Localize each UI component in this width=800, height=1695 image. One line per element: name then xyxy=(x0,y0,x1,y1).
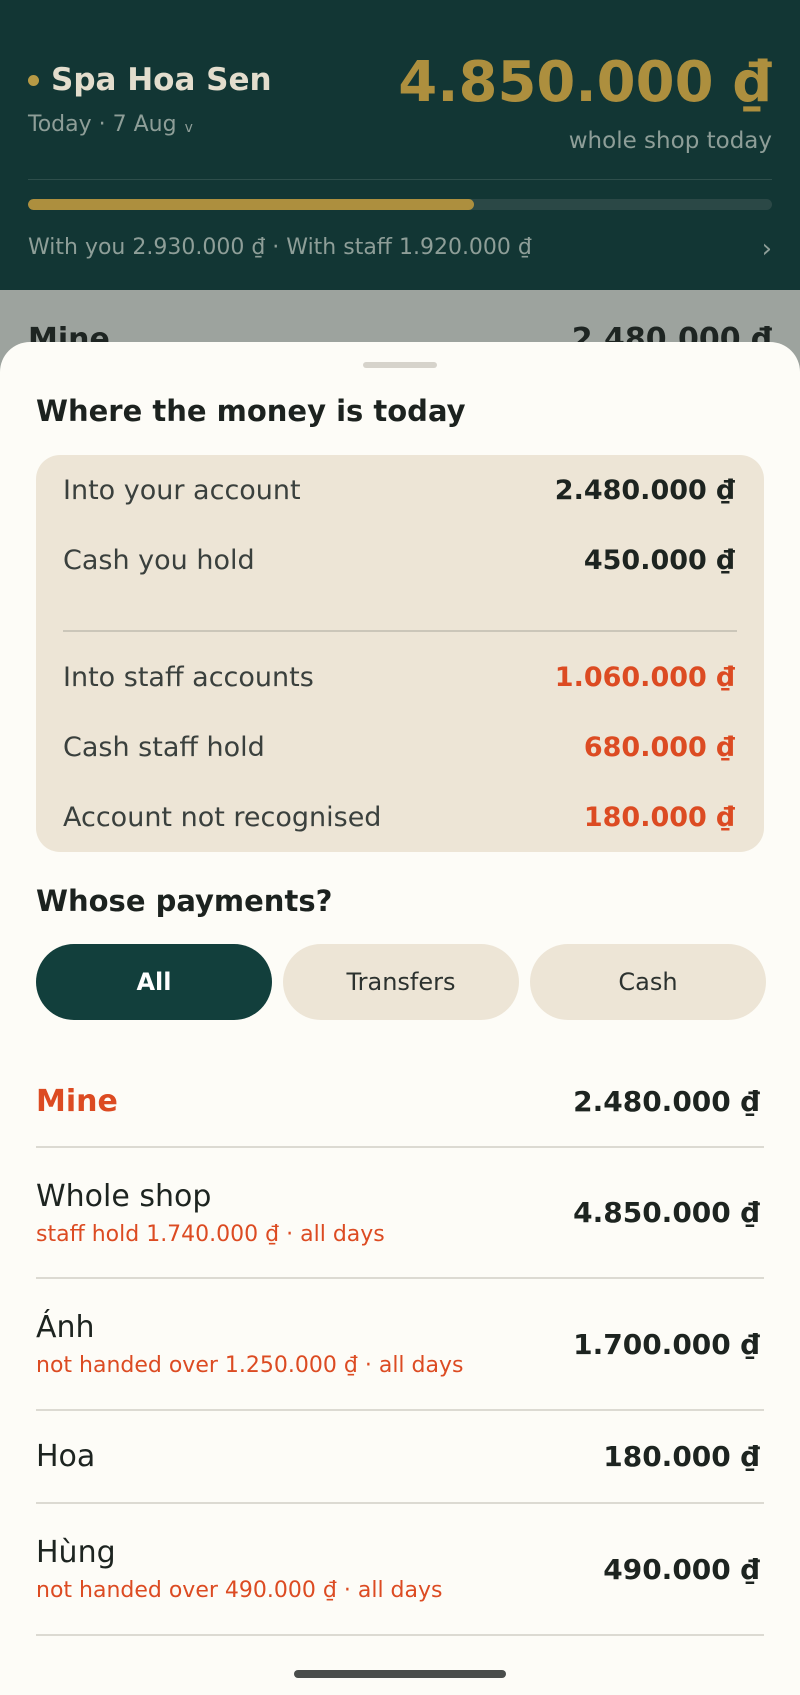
list-item-name: Hoa xyxy=(36,1439,96,1474)
list-item-value: 4.850.000 ₫ xyxy=(573,1196,760,1229)
money-row-label: Cash you hold xyxy=(63,544,255,576)
list-item-mine[interactable]: Mine 2.480.000 ₫ xyxy=(36,1056,764,1148)
money-row-label: Into your account xyxy=(63,474,301,506)
list-item-name: Whole shop xyxy=(36,1178,212,1214)
filter-section-title: Whose payments? xyxy=(36,884,333,918)
total-amount: 4.850.000 ₫ xyxy=(398,50,772,115)
sheet-title: Where the money is today xyxy=(36,394,466,428)
list-item-staff[interactable]: Ánh not handed over 1.250.000 ₫ · all da… xyxy=(36,1279,764,1411)
money-row: Cash you hold 450.000 ₫ xyxy=(63,540,735,580)
list-item-subtext: staff hold 1.740.000 ₫ · all days xyxy=(36,1221,385,1247)
home-indicator[interactable] xyxy=(294,1670,506,1678)
money-row: Account not recognised 180.000 ₫ xyxy=(63,797,735,837)
list-item-value: 1.700.000 ₫ xyxy=(573,1327,760,1361)
filter-transfers-button[interactable]: Transfers xyxy=(283,944,519,1020)
status-dot-icon xyxy=(28,74,39,86)
list-item-name: Mine xyxy=(36,1083,118,1119)
list-item-name: Hùng xyxy=(36,1535,116,1570)
list-item-subtext: not handed over 1.250.000 ₫ · all days xyxy=(36,1353,464,1378)
chevron-down-icon: v xyxy=(184,119,193,136)
list-item-value: 490.000 ₫ xyxy=(603,1552,760,1586)
money-row: Into your account 2.480.000 ₫ xyxy=(63,470,735,510)
split-progress-fill xyxy=(28,199,475,210)
list-item-value: 2.480.000 ₫ xyxy=(573,1084,760,1118)
date-selector[interactable]: Today · 7 Aug v xyxy=(28,112,193,137)
money-breakdown-sheet: Where the money is today Into your accou… xyxy=(0,342,800,1695)
list-item-staff[interactable]: Hoa 180.000 ₫ xyxy=(36,1411,764,1504)
money-row: Into staff accounts 1.060.000 ₫ xyxy=(63,657,735,697)
money-row-value: 2.480.000 ₫ xyxy=(554,474,735,506)
date-label: Today · 7 Aug xyxy=(28,112,177,137)
chevron-right-icon[interactable]: › xyxy=(762,234,772,264)
filter-all-button[interactable]: All xyxy=(36,944,272,1020)
total-caption: whole shop today xyxy=(568,128,772,154)
money-row-value: 1.060.000 ₫ xyxy=(554,661,735,693)
summary-header: Spa Hoa Sen Today · 7 Aug v 4.850.000 ₫ … xyxy=(0,0,800,290)
money-row-value: 450.000 ₫ xyxy=(583,544,735,576)
money-location-card: Into your account 2.480.000 ₫ Cash you h… xyxy=(36,455,764,852)
money-row-value: 680.000 ₫ xyxy=(583,731,735,763)
money-row-value: 180.000 ₫ xyxy=(583,801,735,833)
list-item-name: Ánh xyxy=(36,1310,95,1345)
list-item-whole-shop[interactable]: Whole shop staff hold 1.740.000 ₫ · all … xyxy=(36,1148,764,1279)
split-summary[interactable]: With you 2.930.000 ₫ · With staff 1.920.… xyxy=(28,235,532,260)
sheet-drag-handle[interactable] xyxy=(363,362,437,368)
shop-name: Spa Hoa Sen xyxy=(51,62,272,98)
filter-cash-button[interactable]: Cash xyxy=(530,944,766,1020)
money-row-label: Cash staff hold xyxy=(63,731,265,763)
list-item-subtext: not handed over 490.000 ₫ · all days xyxy=(36,1578,443,1603)
money-row-label: Into staff accounts xyxy=(63,661,314,693)
split-progress-bar xyxy=(28,199,772,210)
header-divider xyxy=(28,179,772,180)
shop-selector[interactable]: Spa Hoa Sen xyxy=(28,62,272,98)
list-item-staff[interactable]: Hùng not handed over 490.000 ₫ · all day… xyxy=(36,1504,764,1636)
card-divider xyxy=(63,630,737,632)
list-item-value: 180.000 ₫ xyxy=(603,1440,760,1473)
money-row-label: Account not recognised xyxy=(63,801,382,833)
money-row: Cash staff hold 680.000 ₫ xyxy=(63,727,735,767)
